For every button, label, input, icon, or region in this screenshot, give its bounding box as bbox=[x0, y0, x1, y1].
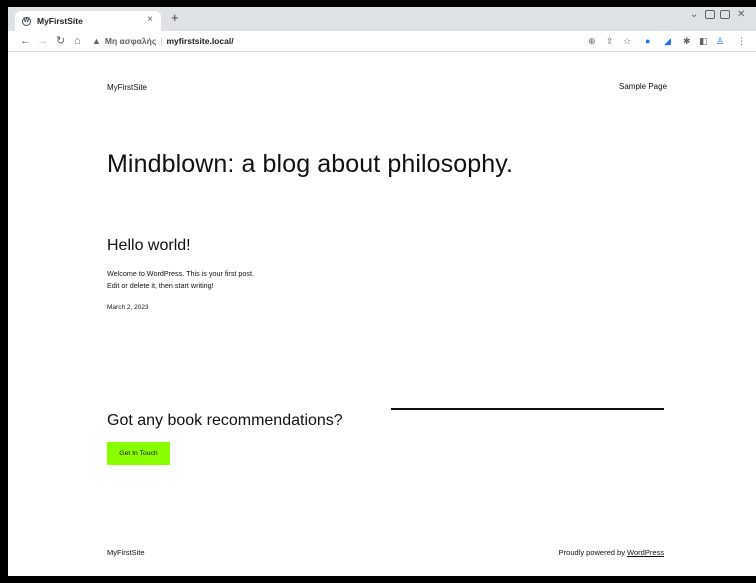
bookmark-star-icon[interactable]: ☆ bbox=[623, 35, 631, 47]
extensions-puzzle-icon[interactable]: ✱ bbox=[683, 35, 691, 47]
tab-title: MyFirstSite bbox=[37, 16, 83, 26]
back-icon[interactable]: ← bbox=[20, 35, 31, 47]
tab-search-icon[interactable]: ⌄ bbox=[690, 9, 698, 20]
close-window-icon[interactable]: ✕ bbox=[737, 9, 745, 20]
new-tab-button[interactable]: + bbox=[171, 10, 179, 25]
share-icon[interactable]: ⇪ bbox=[606, 35, 614, 47]
menu-kebab-icon[interactable]: ⋮ bbox=[737, 35, 746, 47]
get-in-touch-button[interactable]: Get In Touch bbox=[107, 442, 170, 465]
omnibox-separator: | bbox=[160, 36, 163, 46]
separator-line bbox=[391, 408, 664, 410]
nav-sample-page[interactable]: Sample Page bbox=[619, 82, 667, 91]
minimize-icon[interactable] bbox=[705, 10, 715, 19]
post-date[interactable]: March 2, 2023 bbox=[107, 304, 149, 311]
powered-prefix: Proudly powered by bbox=[558, 548, 628, 557]
wordpress-link[interactable]: WordPress bbox=[627, 548, 664, 557]
excerpt-line-2: Edit or delete it, then start writing! bbox=[107, 281, 214, 290]
address-bar[interactable]: ▲ Μη ασφαλής | myfirstsite.local/ bbox=[92, 33, 392, 49]
hero-heading: Mindblown: a blog about philosophy. bbox=[107, 150, 514, 178]
post-title-link[interactable]: Hello world! bbox=[107, 237, 191, 255]
extension-blue-icon[interactable]: ● bbox=[645, 35, 650, 47]
side-panel-icon[interactable]: ◧ bbox=[699, 35, 708, 47]
restore-icon[interactable] bbox=[720, 10, 730, 19]
profile-icon[interactable]: ♙ bbox=[716, 35, 724, 47]
warning-icon: ▲ bbox=[92, 36, 101, 46]
tab-myfirstsite[interactable]: W MyFirstSite × bbox=[15, 11, 161, 31]
powered-by: Proudly powered by WordPress bbox=[559, 548, 664, 557]
url-text[interactable]: myfirstsite.local/ bbox=[166, 36, 233, 46]
close-tab-icon[interactable]: × bbox=[147, 14, 153, 25]
not-secure-label[interactable]: Μη ασφαλής bbox=[105, 36, 156, 46]
footer-site-title[interactable]: MyFirstSite bbox=[107, 548, 145, 557]
wordpress-icon: W bbox=[22, 16, 31, 26]
browser-toolbar: ← → ↻ ⌂ ▲ Μη ασφαλής | myfirstsite.local… bbox=[8, 31, 756, 52]
cta-heading: Got any book recommendations? bbox=[107, 412, 343, 429]
browser-window: W MyFirstSite × + ⌄ ✕ ← → ↻ ⌂ ▲ Μη ασφαλ… bbox=[8, 7, 756, 576]
forward-icon[interactable]: → bbox=[37, 35, 48, 47]
post-excerpt: Welcome to WordPress. This is your first… bbox=[107, 268, 254, 292]
tab-strip: W MyFirstSite × + ⌄ ✕ bbox=[8, 7, 756, 31]
excerpt-line-1: Welcome to WordPress. This is your first… bbox=[107, 269, 254, 278]
site-title-link[interactable]: MyFirstSite bbox=[107, 83, 147, 92]
zoom-icon[interactable]: ⊕ bbox=[588, 35, 596, 47]
web-page: MyFirstSite Sample Page Mindblown: a blo… bbox=[8, 52, 756, 576]
home-icon[interactable]: ⌂ bbox=[74, 35, 81, 47]
reload-icon[interactable]: ↻ bbox=[56, 35, 65, 47]
extension-pen-icon[interactable]: ◢ bbox=[664, 35, 671, 47]
